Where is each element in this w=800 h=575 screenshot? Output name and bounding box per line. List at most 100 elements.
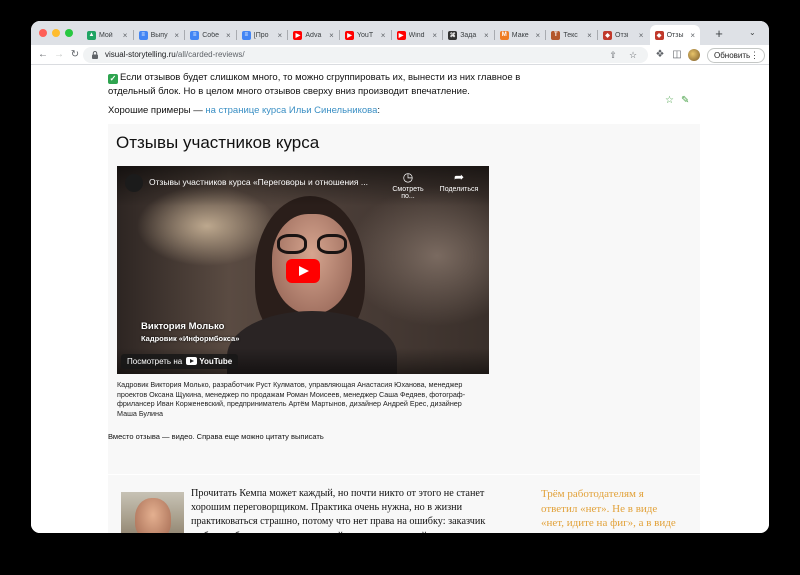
tab-search-icon[interactable]: ⌄ [749,28,756,37]
tab-close-icon[interactable]: × [585,31,594,40]
tab-close-icon[interactable]: × [482,31,491,40]
back-arrow-icon[interactable]: ← [35,47,51,63]
share-arrow-icon: ➦ [453,170,465,184]
tab-close-icon[interactable]: × [533,31,542,40]
watch-later-button[interactable]: ◷ Смотреть по... [387,170,429,200]
shield-icon: ◆ [603,30,612,40]
tab-label: Текс [563,31,578,39]
watch-later-label: Смотреть по... [392,186,424,200]
tab-close-icon[interactable]: × [379,31,388,40]
example-note: Вместо отзыва — видео. Справа еще можно … [108,432,324,441]
intro-text: Если отзывов будет слишком много, то мож… [108,72,521,97]
browser-toolbar: ← → ↻ visual-storytelling.ru/all/carded-… [31,45,769,65]
side-panel-icon[interactable]: ◫ [671,49,683,61]
edit-pencil-icon[interactable]: ✎ [681,95,689,106]
video-player[interactable]: Отзывы участников курса «Переговоры и от… [117,166,489,374]
minimize-window-button[interactable] [52,29,60,37]
reload-icon[interactable]: ↻ [67,47,83,63]
new-tab-button[interactable]: + [711,26,727,42]
browser-tab[interactable]: ≡ Собе × [185,25,236,45]
share-label: Поделиться [439,186,479,193]
browser-tab[interactable]: M Маке × [495,25,546,45]
tab-separator [545,30,547,40]
tab-separator [442,30,444,40]
profile-avatar[interactable] [688,49,700,61]
forward-arrow-icon[interactable]: → [51,47,67,63]
tab-close-icon[interactable]: × [688,31,697,40]
zoom-window-button[interactable] [65,29,73,37]
review-quote: Прочитать Кемпа может каждый, но почти н… [191,488,486,533]
url-host: visual-storytelling.ru [105,50,176,59]
tab-label: Отзы [666,31,684,39]
youtube-wordmark: YouTube [199,357,233,366]
reviewer-face [135,498,171,533]
good-examples-prefix: Хорошие примеры — [108,105,206,116]
tab-close-icon[interactable]: × [224,31,233,40]
bookmark-star-icon[interactable]: ☆ [628,50,638,60]
tab-label: [Про [253,31,269,39]
tab-close-icon[interactable]: × [172,31,181,40]
glasses-left [277,234,307,254]
tab-strip: ▲ Мой × ≡ Выпу × ≡ Собе × ≡ [Про × ▶ Adva × ▶ YouT × ▶ Wind… [31,21,769,45]
browser-tab[interactable]: ≡ [Про × [237,25,288,45]
favorite-star-icon[interactable]: ☆ [665,95,674,106]
tab-label: Отзі [615,31,629,39]
tab-label: Собе [202,31,219,39]
browser-tab[interactable]: ⌘ Зада × [443,25,494,45]
browser-tab[interactable]: ◆ Отзі × [598,25,649,45]
more-menu-icon[interactable]: ⋮ [750,49,759,62]
browser-tab[interactable]: ◆ Отзы × [649,25,701,45]
shield-icon: ◆ [654,30,664,40]
browser-tab[interactable]: ▶ Adva × [288,25,339,45]
tab-close-icon[interactable]: × [637,31,646,40]
share-button[interactable]: ➦ Поделиться [436,170,482,193]
text-icon: T [551,30,561,40]
card-heading: Отзывы участников курса [116,133,320,152]
browser-tab[interactable]: ▶ YouT × [340,25,391,45]
clock-icon: ◷ [402,170,414,184]
share-icon[interactable]: ⇧ [608,50,618,60]
video-caption: Кадровик Виктория Молько, разработчик Ру… [117,380,466,418]
tab-label: Adva [305,31,322,39]
channel-avatar[interactable] [125,174,143,192]
tab-close-icon[interactable]: × [275,31,284,40]
browser-tab[interactable]: T Текс × [546,25,597,45]
command-icon: ⌘ [448,30,458,40]
glasses-right [317,234,347,254]
youtube-icon: ▶ [345,30,354,40]
reviewer-photo [121,492,184,533]
course-page-link[interactable]: на странице курса Ильи Синельникова [205,105,377,116]
tab-separator [339,30,340,40]
lock-icon [92,51,98,59]
youtube-icon: ▶ [396,30,406,40]
tab-separator [184,30,186,40]
youtube-logo-icon [186,357,198,365]
play-button-icon[interactable] [286,259,320,283]
video-title[interactable]: Отзывы участников курса «Переговоры и от… [149,177,384,187]
youtube-icon: ▶ [293,30,303,40]
update-button[interactable]: Обновить ⋮ [707,48,765,63]
good-examples-line: Хорошие примеры — на странице курса Ильи… [108,105,380,116]
tab-separator [597,30,598,40]
tab-close-icon[interactable]: × [430,31,439,40]
google-docs-icon: ≡ [241,30,251,40]
makeover-icon: M [499,30,509,40]
extensions-puzzle-icon[interactable]: ❖ [654,49,666,61]
video-person-role: Кадровик «Информбокса» [141,334,240,343]
tab-separator [390,30,392,40]
url-text[interactable]: visual-storytelling.ru/all/carded-review… [105,50,245,60]
tab-close-icon[interactable]: × [327,31,336,40]
tab-separator [493,30,495,40]
review-pullquote: Трём работодателям я ответил «нет». Не в… [541,488,676,533]
watch-on-youtube-button[interactable]: Посмотреть на YouTube [121,354,239,369]
page-content: ✓ Если отзывов будет слишком много, то мо… [31,66,769,533]
address-bar[interactable]: visual-storytelling.ru/all/carded-review… [83,47,648,63]
checkmark-icon: ✓ [108,74,118,84]
good-examples-suffix: : [377,105,380,116]
watch-on-label: Посмотреть на [127,357,183,366]
browser-tab[interactable]: ≡ Выпу × [134,25,185,45]
tab-close-icon[interactable]: × [121,31,130,40]
browser-tab[interactable]: ▶ Wind × [392,25,443,45]
browser-tab[interactable]: ▲ Мой × [82,25,133,45]
close-window-button[interactable] [39,29,47,37]
